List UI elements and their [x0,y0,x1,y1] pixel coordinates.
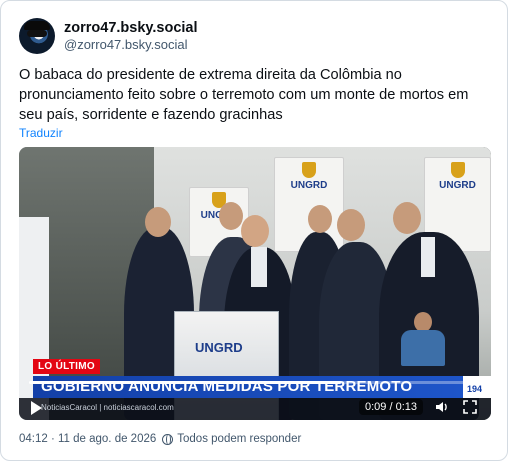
podium-logo: UNGRD [195,340,243,355]
headline-ticker: GOBIERNO ANUNCIA MEDIDAS POR TERREMOTO [33,376,463,398]
author-names: zorro47.bsky.social @zorro47.bsky.social [64,19,198,53]
post-text: O babaca do presidente de extrema direit… [19,67,469,123]
video-time: 0:09 / 0:13 [359,399,423,415]
reply-setting[interactable]: Todos podem responder [177,433,301,445]
volume-icon[interactable] [434,399,450,419]
globe-icon [162,433,174,445]
fullscreen-icon[interactable] [462,399,478,419]
video-progress-fill [29,381,341,384]
sign-language-interpreter [399,312,447,366]
post-timestamp[interactable]: 04:12 · 11 de ago. de 2026 [19,433,156,445]
play-icon[interactable] [31,401,42,415]
translate-link[interactable]: Traduzir [19,126,63,140]
author-display-name[interactable]: zorro47.bsky.social [64,19,198,37]
author-handle[interactable]: @zorro47.bsky.social [64,37,198,53]
video-progress-bar[interactable] [29,381,481,384]
post-header: zorro47.bsky.social @zorro47.bsky.social [19,18,198,54]
view-counter: 194 [467,384,483,394]
post-card: zorro47.bsky.social @zorro47.bsky.social… [0,0,508,461]
post-footer: 04:12 · 11 de ago. de 2026 Todos podem r… [19,433,301,445]
lower-third-tag: LO ÚLTIMO [33,359,100,374]
avatar[interactable] [19,18,55,54]
channel-strip-text: NoticiasCaracol | noticiascaracol.com [41,403,174,412]
video-player[interactable]: UNGRD UNGRD UNGRD UNGRD [19,147,491,420]
